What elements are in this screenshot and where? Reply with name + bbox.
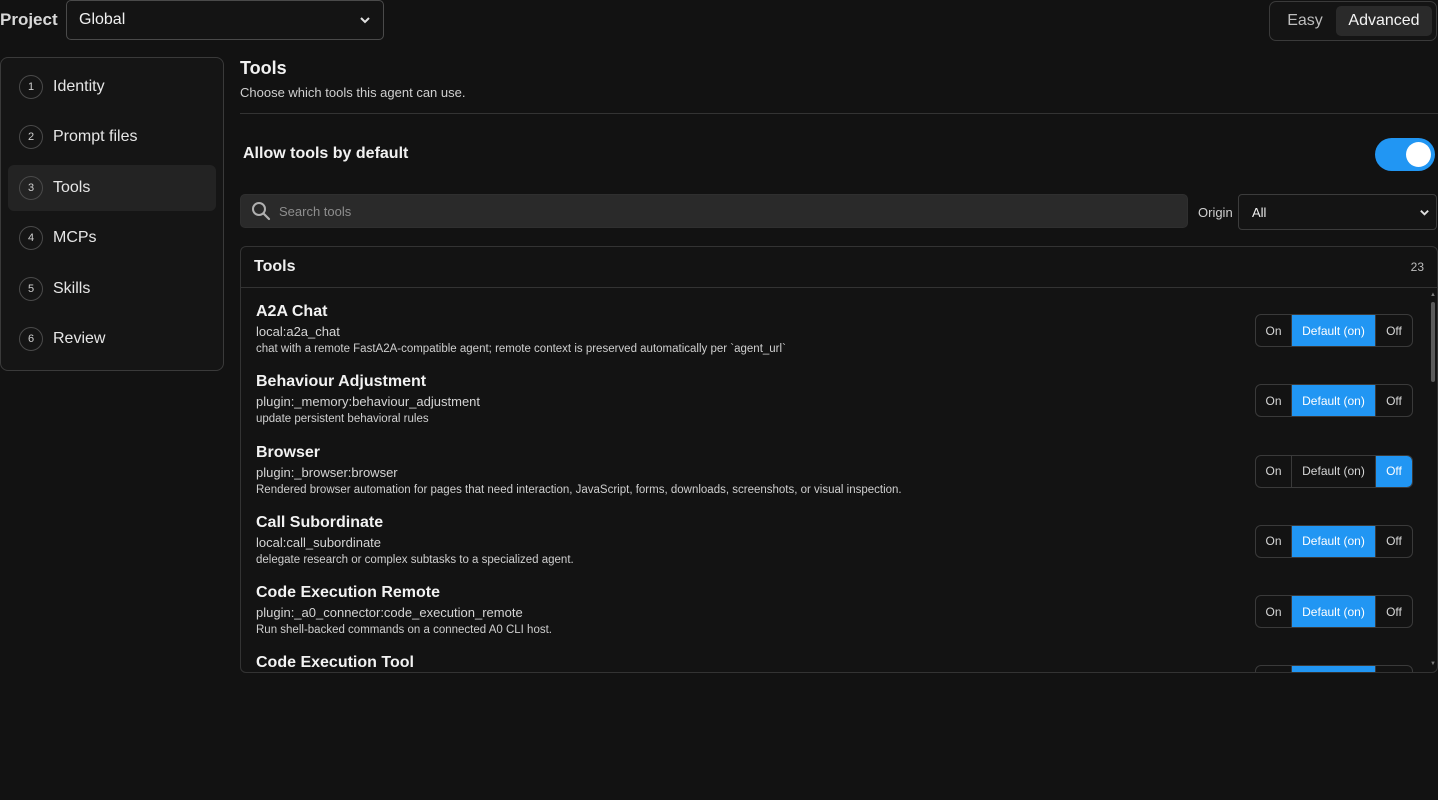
tool-row: Code Execution Remote plugin:_a0_connecto… [241,570,1427,640]
state-off-button[interactable]: Off [1376,596,1412,627]
project-select[interactable]: Global [66,0,384,40]
tool-name: Code Execution Remote [256,584,441,602]
tool-state-selector: OnDefault (on)Off [1255,314,1413,347]
state-off-button[interactable]: Off [1376,315,1412,346]
toggle-knob [1406,142,1431,167]
tool-id: local:a2a_chat [256,324,340,339]
divider [240,113,1438,114]
tool-name: Call Subordinate [256,513,384,531]
chevron-down-icon [360,17,370,24]
state-on-button[interactable]: On [1256,666,1292,672]
state-off-button[interactable]: Off [1376,526,1412,557]
page-title: Tools [240,58,287,78]
tools-count-badge: 23 [1410,260,1424,274]
state-off-button[interactable]: Off [1376,385,1412,416]
mode-toggle: Easy Advanced [1269,1,1437,41]
step-number: 4 [19,226,43,251]
step-label: MCPs [53,229,97,247]
tool-row: Behaviour Adjustment plugin:_memory:behav… [241,359,1427,429]
tool-row: Browser plugin:_browser:browser Rendered b… [241,430,1427,500]
tool-name: A2A Chat [256,303,328,320]
mode-advanced-button[interactable]: Advanced [1336,6,1432,36]
mode-easy-button[interactable]: Easy [1274,6,1336,36]
origin-select-value: All [1252,204,1267,220]
origin-select[interactable]: All [1238,194,1437,230]
state-default-button[interactable]: Default (on) [1292,315,1376,346]
scrollbar-thumb[interactable] [1431,302,1435,382]
tool-name: Code Execution Tool [256,654,414,672]
tool-description: Run shell-backed commands on a connected… [256,624,552,637]
allow-tools-toggle[interactable] [1375,138,1435,171]
state-on-button[interactable]: On [1256,315,1292,346]
step-skills[interactable]: 5 Skills [8,266,216,312]
step-number: 1 [19,75,43,99]
step-prompt-files[interactable]: 2 Prompt files [8,114,216,160]
project-label: Project [0,10,58,29]
chevron-down-icon [1420,209,1429,216]
state-default-button[interactable]: Default (on) [1292,596,1376,628]
tool-id: local:call_subordinate [256,534,382,550]
step-label: Skills [53,279,91,297]
tool-id: plugin:_browser:browser [256,464,398,480]
state-on-button[interactable]: On [1256,455,1292,487]
state-default-button[interactable]: Default (on) [1292,666,1376,672]
step-identity[interactable]: 1 Identity [8,64,216,110]
tool-description: chat with a remote FastA2A-compatible ag… [256,343,786,355]
state-on-button[interactable]: On [1256,525,1292,557]
tool-state-selector: OnDefault (on)Off [1255,665,1413,672]
step-label: Identity [53,78,105,95]
wizard-steps-sidebar: 1 Identity 2 Prompt files 3 Tools 4 MCPs 5 Skills… [0,57,224,371]
tool-row: Code Execution Tool OnDefault (on)Off [241,640,1427,672]
step-number: 3 [19,175,43,200]
step-number: 6 [19,326,43,351]
search-placeholder: Search tools [279,203,352,219]
step-label: Prompt files [53,128,138,146]
step-review[interactable]: 6 Review [8,316,216,362]
state-off-button[interactable]: Off [1376,455,1412,487]
step-number: 5 [19,276,43,301]
step-label: Review [53,329,106,347]
tool-description: update persistent behavioral rules [256,413,429,426]
allow-tools-label: Allow tools by default [243,145,409,162]
origin-label: Origin [1198,205,1233,220]
tool-name: Browser [256,443,321,461]
tool-description: Rendered browser automation for pages th… [256,483,902,496]
scroll-up-icon[interactable]: ▲ [1430,292,1436,298]
tool-description: delegate research or complex subtasks to… [256,553,574,566]
tools-panel-header: Tools 23 [241,247,1437,288]
tool-row: Call Subordinate local:call_subordinatede… [241,500,1427,570]
tools-list[interactable]: A2A Chat local:a2a_chatchat with a remote… [241,289,1427,672]
tool-id: plugin:_a0_connector:code_execution_remo… [256,605,523,621]
tool-state-selector: OnDefault (on)Off [1255,595,1413,629]
step-mcps[interactable]: 4 MCPs [8,215,216,261]
project-select-value: Global [79,11,126,28]
tool-state-selector: OnDefault (on)Off [1255,524,1413,558]
tool-state-selector: OnDefault (on)Off [1255,454,1413,488]
tool-row: A2A Chat local:a2a_chatchat with a remote… [241,289,1427,359]
tools-panel-title: Tools [254,258,296,275]
step-tools[interactable]: 3 Tools [8,164,216,211]
state-on-button[interactable]: On [1256,596,1292,628]
search-icon [252,202,271,221]
search-input[interactable]: Search tools [240,194,1188,228]
step-number: 2 [19,125,43,150]
page-subtitle: Choose which tools this agent can use. [240,85,466,100]
tool-name: Behaviour Adjustment [256,373,427,391]
state-default-button[interactable]: Default (on) [1292,385,1376,417]
state-default-button[interactable]: Default (on) [1292,455,1376,487]
state-off-button[interactable]: Off [1376,666,1412,672]
tool-state-selector: OnDefault (on)Off [1255,384,1413,418]
state-default-button[interactable]: Default (on) [1292,525,1376,557]
tools-panel: Tools 23 A2A Chat local:a2a_chatchat with… [240,246,1438,673]
step-label: Tools [53,178,91,196]
state-on-button[interactable]: On [1256,385,1292,417]
scroll-down-icon[interactable]: ▼ [1430,661,1436,667]
tool-id: plugin:_memory:behaviour_adjustment [256,394,481,410]
